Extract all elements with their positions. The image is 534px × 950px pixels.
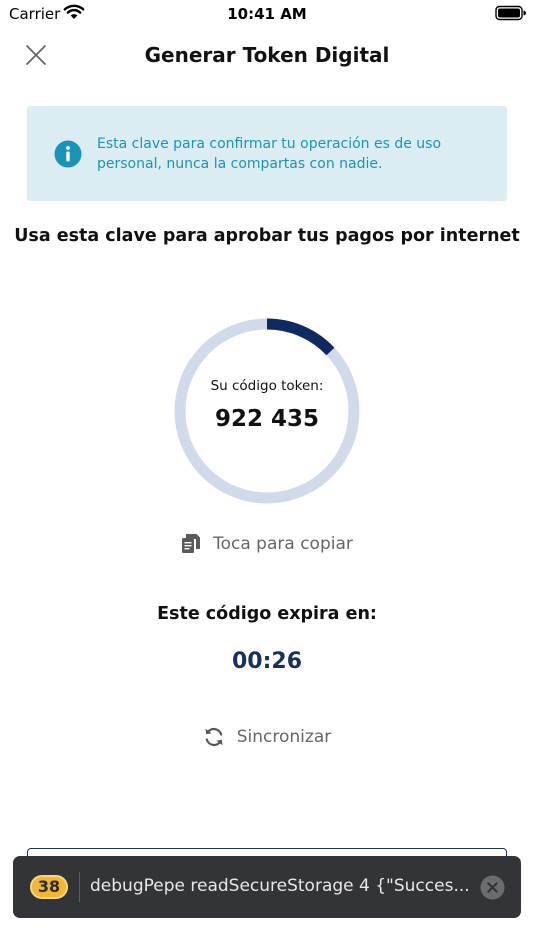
page-title: Generar Token Digital xyxy=(144,43,390,67)
toast-message: debugPepe readSecureStorage 4 {"Succes..… xyxy=(90,876,470,896)
info-icon xyxy=(54,140,82,168)
expiry-label: Este código expira en: xyxy=(157,604,377,624)
toast-divider xyxy=(79,872,80,902)
info-text: Esta clave para confirmar tu operación e… xyxy=(97,136,442,172)
copy-button[interactable]: Toca para copiar xyxy=(0,533,534,557)
nav-header: Generar Token Digital xyxy=(0,30,534,80)
sync-icon xyxy=(205,728,223,746)
debug-toast[interactable]: 38 debugPepe readSecureStorage 4 {"Succe… xyxy=(13,856,521,918)
sync-label: Sincronizar xyxy=(236,727,332,747)
copy-icon xyxy=(182,534,201,553)
toast-close-icon[interactable] xyxy=(480,875,505,900)
battery-icon xyxy=(495,5,526,21)
expiry-timer: 00:26 xyxy=(231,649,303,674)
status-time: 10:41 AM xyxy=(227,5,307,23)
instruction-text: Usa esta clave para aprobar tus pagos po… xyxy=(14,226,520,246)
copy-label: Toca para copiar xyxy=(213,534,353,554)
token-label: Su código token: xyxy=(210,378,324,394)
status-bar: Carrier 10:41 AM xyxy=(0,0,534,28)
toast-count-badge: 38 xyxy=(30,875,68,899)
token-code: 922 435 xyxy=(214,406,320,432)
info-banner: Esta clave para confirmar tu operación e… xyxy=(27,106,507,201)
sync-button[interactable]: Sincronizar xyxy=(0,726,534,752)
